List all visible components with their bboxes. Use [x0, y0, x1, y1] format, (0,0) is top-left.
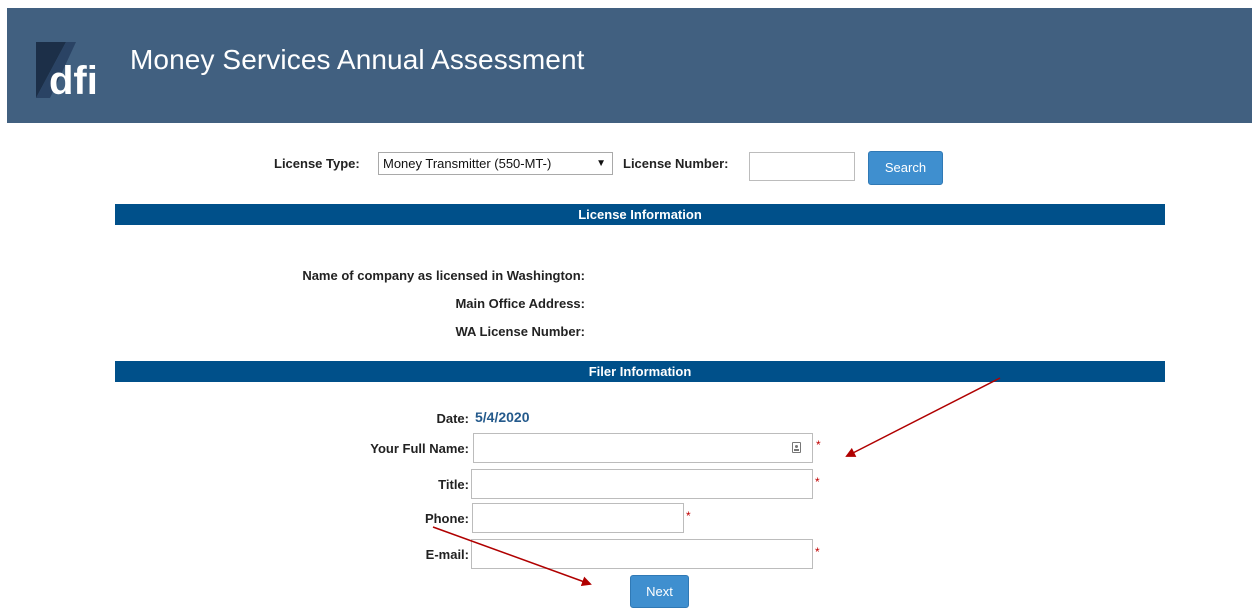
email-required-marker: * — [815, 545, 820, 559]
main-office-address-label: Main Office Address: — [455, 296, 585, 311]
app-header: dfi Money Services Annual Assessment — [7, 8, 1252, 123]
email-input[interactable] — [471, 539, 813, 569]
logo-text: dfi — [49, 59, 98, 98]
phone-input[interactable] — [472, 503, 684, 533]
company-name-label: Name of company as licensed in Washingto… — [302, 268, 585, 283]
license-number-label: License Number: — [623, 156, 729, 171]
license-number-input[interactable] — [749, 152, 855, 181]
email-label: E-mail: — [425, 547, 469, 562]
dfi-logo-icon: dfi — [36, 42, 98, 98]
full-name-required-marker: * — [816, 438, 821, 452]
phone-required-marker: * — [686, 509, 691, 523]
license-type-selected-value: Money Transmitter (550-MT-) — [383, 156, 552, 171]
full-name-input[interactable] — [473, 433, 813, 463]
app-title: Money Services Annual Assessment — [130, 44, 585, 75]
filer-information-header: Filer Information — [115, 361, 1165, 382]
full-name-label: Your Full Name: — [370, 441, 469, 456]
license-type-label: License Type: — [274, 156, 360, 171]
search-button[interactable]: Search — [868, 151, 943, 185]
title-required-marker: * — [815, 475, 820, 489]
date-value: 5/4/2020 — [475, 409, 530, 425]
phone-label: Phone: — [424, 511, 469, 526]
license-type-select[interactable]: Money Transmitter (550-MT-) ▼ — [378, 152, 613, 175]
dropdown-arrow-icon: ▼ — [596, 158, 606, 169]
annotation-arrow-full-name — [845, 377, 1001, 457]
wa-license-number-label: WA License Number: — [455, 324, 585, 339]
contact-card-icon[interactable] — [792, 442, 801, 453]
date-label: Date: — [436, 411, 469, 426]
next-button[interactable]: Next — [630, 575, 689, 608]
license-search-row: License Type: Money Transmitter (550-MT-… — [0, 151, 1252, 185]
title-input[interactable] — [471, 469, 813, 499]
license-information-header: License Information — [115, 204, 1165, 225]
title-label: Title: — [438, 477, 469, 492]
